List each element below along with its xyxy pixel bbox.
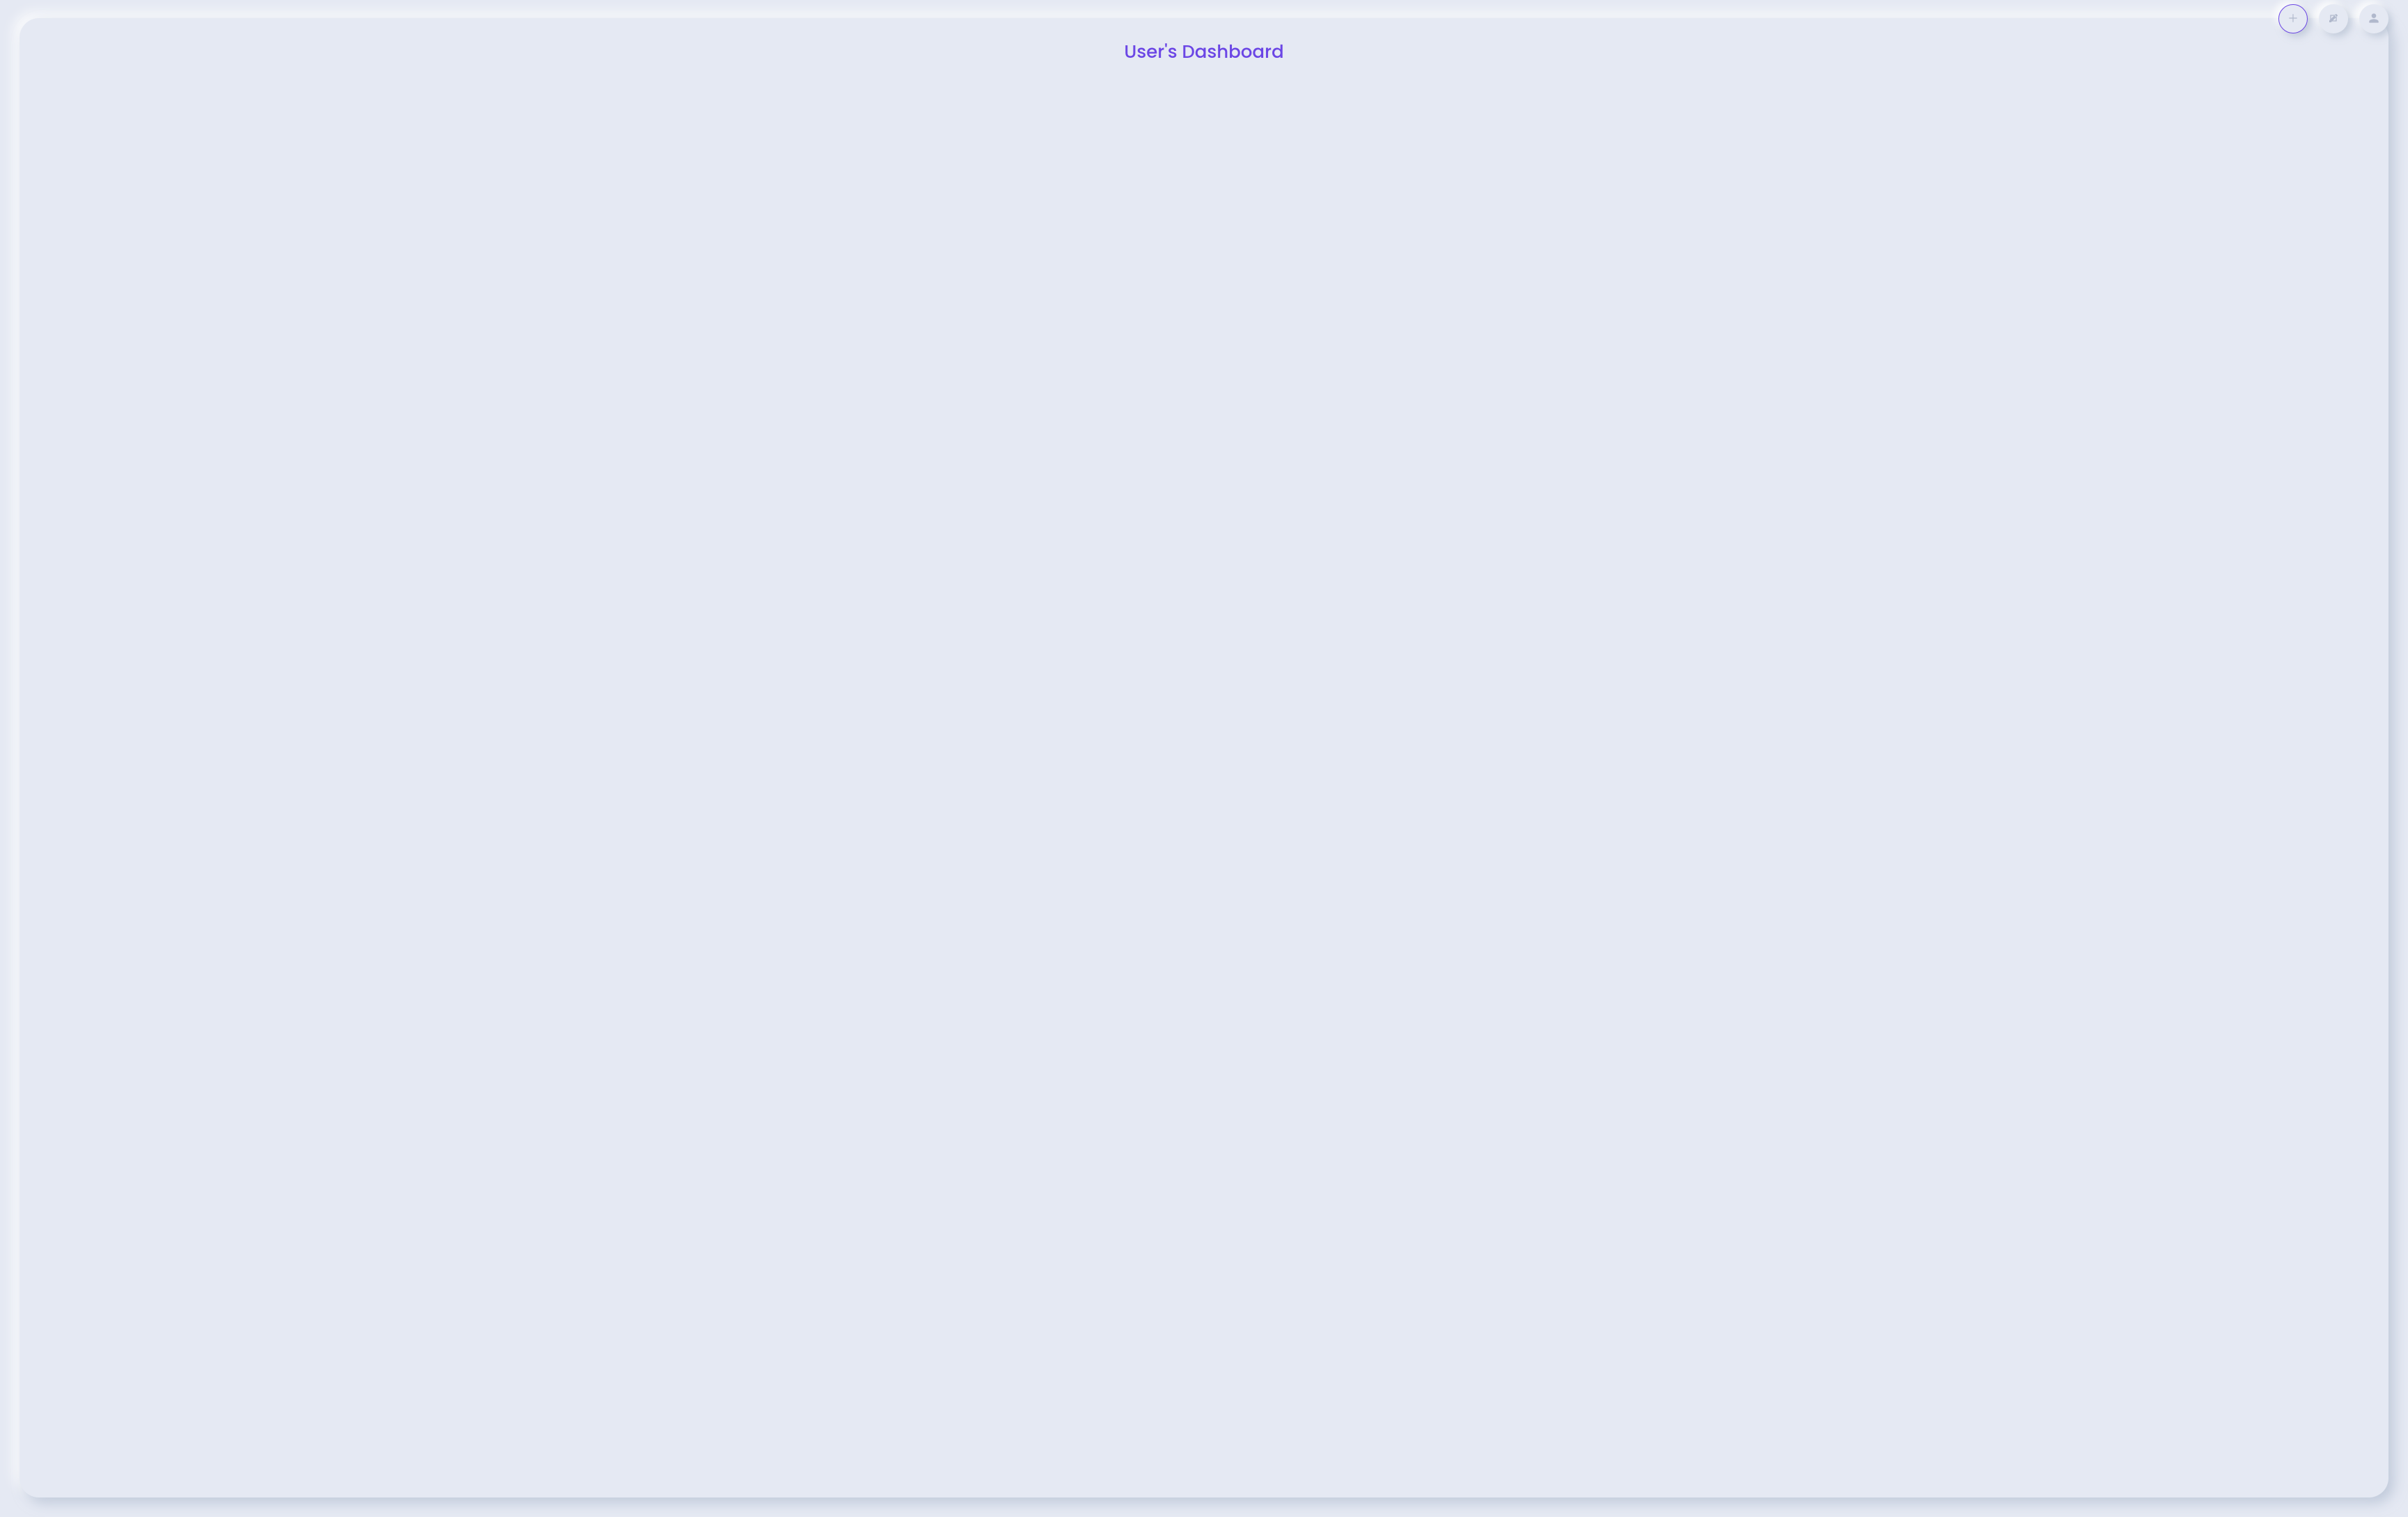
profile-button[interactable] [2359, 4, 2388, 33]
add-button[interactable] [2278, 4, 2308, 33]
user-icon [2368, 13, 2379, 26]
page-title: User's Dashboard [45, 39, 2363, 66]
dashboard-panel: User's Dashboard [20, 18, 2388, 1497]
edit-icon [2328, 13, 2339, 26]
edit-button[interactable] [2319, 4, 2348, 33]
toolbar [2278, 4, 2388, 33]
plus-icon [2288, 13, 2298, 25]
